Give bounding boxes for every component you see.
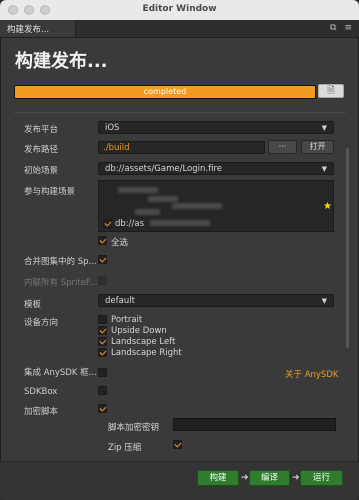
tab-build[interactable]: 构建发布...: [0, 20, 76, 37]
open-folder-button[interactable]: 打开: [301, 140, 334, 154]
merge-atlas-label: 合并图集中的 Sp...: [24, 257, 97, 267]
popout-icon[interactable]: ⧉: [330, 23, 336, 33]
orientation-label: 设备方向: [24, 318, 59, 328]
encrypt-checkbox[interactable]: [98, 404, 107, 413]
encrypt-key-input[interactable]: [173, 418, 336, 431]
template-select[interactable]: default ▼: [98, 294, 334, 307]
menu-icon[interactable]: ≡: [344, 23, 352, 33]
inline-spriteframes-label: 内联所有 SpriteF...: [24, 278, 98, 288]
build-progress-bar: completed: [14, 85, 316, 99]
zip-checkbox[interactable]: [173, 440, 182, 449]
encrypt-key-label: 脚本加密密钥: [108, 423, 160, 433]
start-scene-select[interactable]: db://assets/Game/Login.fire ▼: [98, 162, 334, 175]
chevron-down-icon: ▼: [321, 297, 327, 305]
arrow-right-icon: ➜: [292, 473, 300, 483]
run-button[interactable]: 运行: [300, 470, 343, 486]
landscape-left-checkbox[interactable]: [98, 337, 107, 346]
chevron-down-icon: ▼: [321, 124, 327, 132]
encrypt-label: 加密脚本: [24, 407, 59, 417]
sdkbox-checkbox[interactable]: [98, 386, 107, 395]
path-input[interactable]: ./build: [98, 141, 265, 154]
chevron-down-icon: ▼: [321, 165, 327, 173]
document-icon: 🗎: [327, 86, 335, 96]
blurred-scene: [135, 209, 160, 215]
window-title: Editor Window: [142, 4, 217, 14]
start-scene-label: 初始场景: [24, 166, 59, 176]
anysdk-checkbox[interactable]: [98, 368, 107, 377]
editor-window: Editor Window 构建发布... ⧉ ≡ 构建发布... comple…: [0, 0, 359, 500]
landscape-left-label: Landscape Left: [111, 337, 176, 347]
page-title: 构建发布...: [15, 51, 108, 72]
scene-checkbox[interactable]: [103, 219, 112, 228]
tab-actions: ⧉ ≡: [330, 23, 352, 33]
blurred-scene: [118, 187, 158, 193]
zip-label: Zip 压缩: [108, 443, 142, 453]
scene-item-label: db://as: [115, 219, 145, 229]
blurred-scene: [148, 196, 178, 202]
start-scene-value: db://assets/Game/Login.fire: [105, 164, 222, 174]
landscape-right-label: Landscape Right: [111, 348, 182, 358]
scrollbar[interactable]: [346, 148, 349, 348]
landscape-right-checkbox[interactable]: [98, 348, 107, 357]
platform-label: 发布平台: [24, 125, 59, 135]
platform-select[interactable]: iOS ▼: [98, 121, 334, 134]
inline-spriteframes-checkbox[interactable]: [98, 276, 107, 285]
browse-button[interactable]: ···: [268, 140, 297, 154]
template-value: default: [105, 296, 135, 306]
about-anysdk-link[interactable]: 关于 AnySDK: [285, 368, 338, 380]
arrow-right-icon: ➜: [241, 473, 249, 483]
platform-value: iOS: [105, 123, 120, 133]
template-label: 模板: [24, 300, 42, 310]
anysdk-label: 集成 AnySDK 框...: [24, 368, 97, 378]
build-log-button[interactable]: 🗎: [318, 84, 344, 98]
title-bar: Editor Window: [0, 0, 359, 21]
scenes-label: 参与构建场景: [24, 187, 76, 197]
build-button[interactable]: 构建: [197, 470, 239, 486]
sdkbox-label: SDKBox: [24, 387, 58, 397]
blurred-scene: [150, 220, 210, 226]
progress-text: completed: [143, 87, 187, 96]
blurred-scene: [172, 203, 222, 209]
merge-atlas-checkbox[interactable]: [98, 255, 107, 264]
tab-bar: 构建发布... ⧉ ≡: [0, 20, 359, 38]
portrait-label: Portrait: [111, 315, 143, 325]
star-icon: ★: [323, 201, 332, 212]
select-all-checkbox[interactable]: [98, 236, 107, 245]
upside-down-checkbox[interactable]: [98, 326, 107, 335]
compile-button[interactable]: 编译: [249, 470, 290, 486]
path-label: 发布路径: [24, 145, 59, 155]
upside-down-label: Upside Down: [111, 326, 167, 336]
select-all-label: 全选: [111, 238, 129, 248]
portrait-checkbox[interactable]: [98, 315, 107, 324]
